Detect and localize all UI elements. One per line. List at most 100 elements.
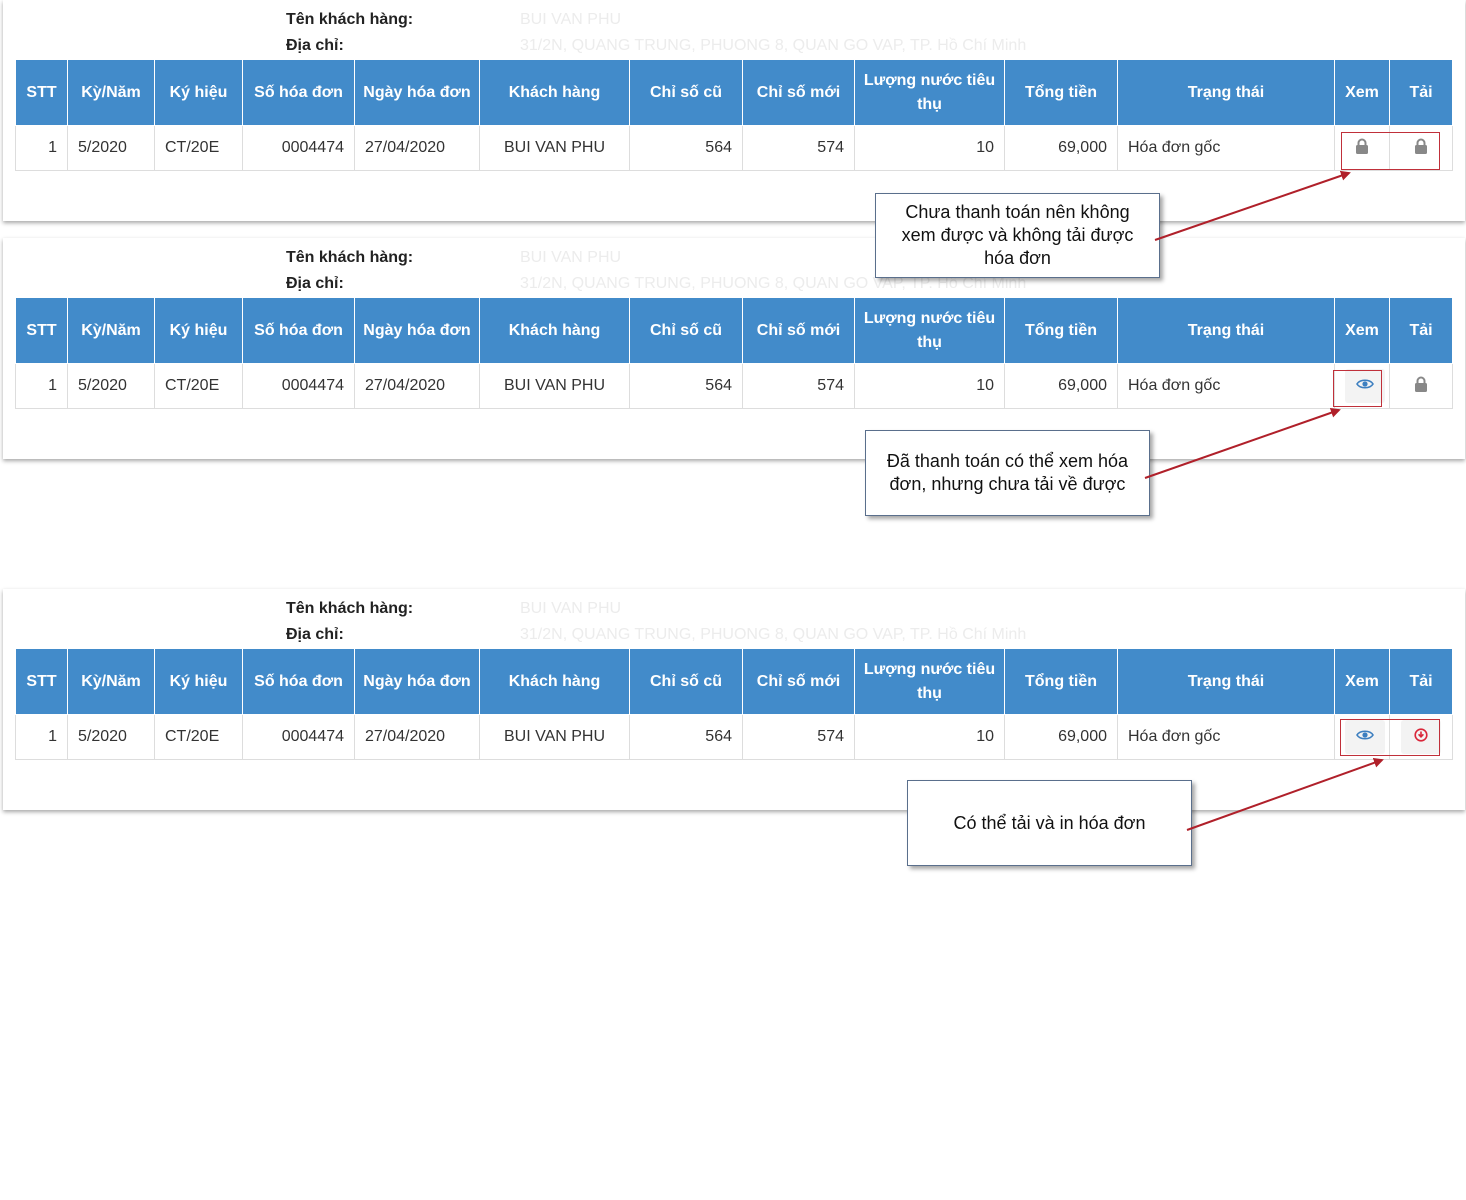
cell-stt: 1 — [15, 125, 68, 171]
cell-ngay-hoa-don: 27/04/2020 — [354, 125, 480, 171]
table-header-row: STT Kỳ/Năm Ký hiệu Số hóa đơn Ngày hóa đ… — [15, 59, 1453, 126]
header-tong-tien: Tổng tiền — [1004, 59, 1118, 126]
cell-chi-so-moi: 574 — [742, 714, 855, 760]
header-xem: Xem — [1334, 297, 1390, 364]
header-stt: STT — [15, 297, 68, 364]
header-xem: Xem — [1334, 648, 1390, 715]
cell-khach-hang: BUI VAN PHU — [479, 714, 630, 760]
header-khach-hang: Khách hàng — [479, 297, 630, 364]
lock-icon — [1414, 376, 1428, 397]
cell-khach-hang: BUI VAN PHU — [479, 125, 630, 171]
view-invoice-button[interactable] — [1345, 720, 1385, 754]
cell-ky-nam: 5/2020 — [67, 363, 155, 409]
cell-tai — [1389, 714, 1453, 760]
cell-xem — [1334, 714, 1390, 760]
header-khach-hang: Khách hàng — [479, 648, 630, 715]
cell-tai — [1389, 363, 1453, 409]
header-trang-thai: Trạng thái — [1117, 297, 1335, 364]
cell-tong-tien: 69,000 — [1004, 125, 1118, 171]
cell-luong-nuoc: 10 — [854, 714, 1005, 760]
invoice-panel-view-only: Tên khách hàng: BUI VAN PHU Địa chỉ: 31/… — [3, 238, 1465, 459]
cell-ngay-hoa-don: 27/04/2020 — [354, 714, 480, 760]
header-tong-tien: Tổng tiền — [1004, 297, 1118, 364]
header-luong-nuoc: Lượng nước tiêu thụ — [854, 297, 1005, 364]
header-trang-thai: Trạng thái — [1117, 59, 1335, 126]
header-tai: Tải — [1389, 59, 1453, 126]
header-chi-so-cu: Chỉ số cũ — [629, 297, 743, 364]
header-ky-hieu: Ký hiệu — [154, 297, 243, 364]
invoice-table: STT Kỳ/Năm Ký hiệu Số hóa đơn Ngày hóa đ… — [15, 297, 1453, 409]
cell-tong-tien: 69,000 — [1004, 363, 1118, 409]
customer-name-label: Tên khách hàng: — [286, 249, 414, 266]
cell-xem — [1334, 125, 1390, 171]
cell-trang-thai: Hóa đơn gốc — [1117, 714, 1335, 760]
lock-icon — [1355, 138, 1369, 159]
callout-unpaid: Chưa thanh toán nên không xem được và kh… — [875, 193, 1160, 278]
cell-trang-thai: Hóa đơn gốc — [1117, 363, 1335, 409]
table-header-row: STT Kỳ/Năm Ký hiệu Số hóa đơn Ngày hóa đ… — [15, 297, 1453, 364]
header-ky-hieu: Ký hiệu — [154, 648, 243, 715]
cell-so-hoa-don: 0004474 — [242, 714, 355, 760]
cell-ky-hieu: CT/20E — [154, 714, 243, 760]
header-tong-tien: Tổng tiền — [1004, 648, 1118, 715]
cell-luong-nuoc: 10 — [854, 363, 1005, 409]
cell-so-hoa-don: 0004474 — [242, 363, 355, 409]
address-label: Địa chỉ: — [286, 37, 344, 54]
table-header-row: STT Kỳ/Năm Ký hiệu Số hóa đơn Ngày hóa đ… — [15, 648, 1453, 715]
customer-name-label: Tên khách hàng: — [286, 11, 414, 28]
cell-chi-so-cu: 564 — [629, 363, 743, 409]
header-ngay-hoa-don: Ngày hóa đơn — [354, 59, 480, 126]
cell-stt: 1 — [15, 714, 68, 760]
cell-tai — [1389, 125, 1453, 171]
cell-chi-so-moi: 574 — [742, 363, 855, 409]
header-khach-hang: Khách hàng — [479, 59, 630, 126]
table-row: 1 5/2020 CT/20E 0004474 27/04/2020 BUI V… — [15, 363, 1453, 409]
table-row: 1 5/2020 CT/20E 0004474 27/04/2020 BUI V… — [15, 714, 1453, 760]
invoice-table: STT Kỳ/Năm Ký hiệu Số hóa đơn Ngày hóa đ… — [15, 59, 1453, 171]
cell-ky-hieu: CT/20E — [154, 363, 243, 409]
cell-khach-hang: BUI VAN PHU — [479, 363, 630, 409]
header-tai: Tải — [1389, 648, 1453, 715]
cell-ngay-hoa-don: 27/04/2020 — [354, 363, 480, 409]
invoice-table: STT Kỳ/Năm Ký hiệu Số hóa đơn Ngày hóa đ… — [15, 648, 1453, 760]
cell-trang-thai: Hóa đơn gốc — [1117, 125, 1335, 171]
invoice-panel-unpaid: Tên khách hàng: BUI VAN PHU Địa chỉ: 31/… — [3, 0, 1465, 221]
header-chi-so-cu: Chỉ số cũ — [629, 59, 743, 126]
customer-name-value: BUI VAN PHU — [520, 600, 622, 617]
download-icon — [1414, 727, 1428, 747]
address-value: 31/2N, QUANG TRUNG, PHUONG 8, QUAN GO VA… — [520, 626, 1027, 643]
header-ngay-hoa-don: Ngày hóa đơn — [354, 648, 480, 715]
header-chi-so-moi: Chỉ số mới — [742, 59, 855, 126]
cell-stt: 1 — [15, 363, 68, 409]
address-label: Địa chỉ: — [286, 275, 344, 292]
header-ky-nam: Kỳ/Năm — [67, 59, 155, 126]
cell-ky-nam: 5/2020 — [67, 125, 155, 171]
header-so-hoa-don: Số hóa đơn — [242, 297, 355, 364]
header-chi-so-moi: Chỉ số mới — [742, 297, 855, 364]
header-ky-nam: Kỳ/Năm — [67, 297, 155, 364]
header-ky-nam: Kỳ/Năm — [67, 648, 155, 715]
header-trang-thai: Trạng thái — [1117, 648, 1335, 715]
header-stt: STT — [15, 648, 68, 715]
header-so-hoa-don: Số hóa đơn — [242, 648, 355, 715]
callout-paid-view-only: Đã thanh toán có thể xem hóa đơn, nhưng … — [865, 430, 1150, 516]
header-ngay-hoa-don: Ngày hóa đơn — [354, 297, 480, 364]
download-invoice-button[interactable] — [1401, 720, 1441, 754]
header-stt: STT — [15, 59, 68, 126]
cell-luong-nuoc: 10 — [854, 125, 1005, 171]
cell-tong-tien: 69,000 — [1004, 714, 1118, 760]
header-ky-hieu: Ký hiệu — [154, 59, 243, 126]
eye-icon — [1356, 377, 1374, 395]
customer-name-value: BUI VAN PHU — [520, 249, 622, 266]
invoice-panel-downloadable: Tên khách hàng: BUI VAN PHU Địa chỉ: 31/… — [3, 589, 1465, 810]
header-luong-nuoc: Lượng nước tiêu thụ — [854, 59, 1005, 126]
lock-icon — [1414, 138, 1428, 159]
cell-ky-nam: 5/2020 — [67, 714, 155, 760]
address-value: 31/2N, QUANG TRUNG, PHUONG 8, QUAN GO VA… — [520, 37, 1027, 54]
view-invoice-button[interactable] — [1345, 369, 1385, 403]
cell-xem — [1334, 363, 1390, 409]
callout-downloadable: Có thể tải và in hóa đơn — [907, 780, 1192, 866]
customer-name-value: BUI VAN PHU — [520, 11, 622, 28]
table-row: 1 5/2020 CT/20E 0004474 27/04/2020 BUI V… — [15, 125, 1453, 171]
address-label: Địa chỉ: — [286, 626, 344, 643]
